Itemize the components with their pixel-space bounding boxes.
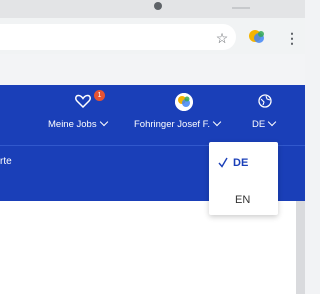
language-option-de[interactable]: DE: [209, 148, 278, 178]
subnav-partial-link[interactable]: rte: [0, 156, 12, 168]
user-name-label: Fohringer Josef F.: [134, 119, 211, 130]
scrollbar-track[interactable]: [296, 201, 305, 294]
language-option-en-label: EN: [235, 194, 251, 206]
language-label: DE: [252, 119, 266, 130]
nav-meine-jobs[interactable]: Meine Jobs: [48, 117, 108, 131]
nav-meine-jobs-label: Meine Jobs: [48, 119, 97, 130]
check-icon: [218, 157, 228, 168]
chevron-down-icon: [267, 117, 277, 127]
language-option-de-label: DE: [233, 157, 249, 169]
chevron-down-icon: [99, 117, 108, 127]
chevron-down-icon: [212, 117, 222, 127]
nav-language[interactable]: DE: [252, 117, 277, 131]
minimize-icon[interactable]: [232, 7, 250, 9]
nav-user-profile[interactable]: Fohringer Josef F.: [134, 117, 222, 131]
browser-menu-icon[interactable]: ⋮: [285, 29, 299, 47]
avatar[interactable]: [175, 93, 193, 111]
address-bar[interactable]: [0, 24, 236, 50]
browser-tab-strip: [0, 0, 305, 18]
extension-icon[interactable]: [247, 28, 267, 46]
bookmark-star-icon[interactable]: ☆: [214, 30, 230, 46]
language-dropdown: DE EN: [209, 142, 278, 215]
jobs-count-badge: 1: [94, 90, 105, 101]
tab-indicator: [154, 2, 162, 10]
globe-icon[interactable]: [258, 94, 272, 108]
heart-icon[interactable]: [75, 94, 91, 109]
language-option-en[interactable]: EN: [209, 185, 278, 215]
